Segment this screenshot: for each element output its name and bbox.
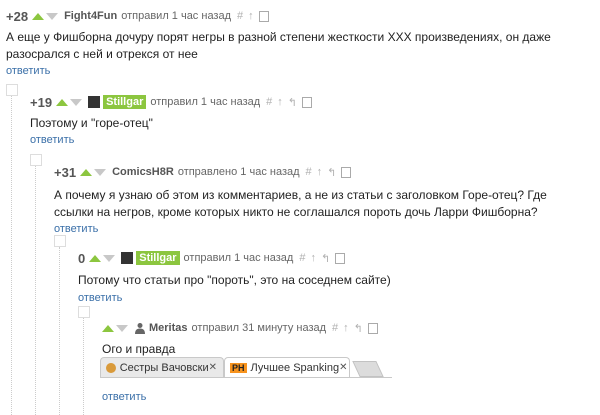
comment: 0 Stillgar отправил 1 час назад # ↑ ↰ По… bbox=[78, 250, 588, 305]
upvote-icon[interactable] bbox=[102, 324, 114, 332]
parent-arrow-icon[interactable]: ↑ bbox=[317, 166, 323, 178]
hash-link-icon[interactable]: # bbox=[266, 96, 272, 108]
avatar bbox=[88, 96, 101, 108]
save-icon[interactable] bbox=[335, 252, 346, 264]
avatar bbox=[121, 252, 134, 264]
upvote-icon[interactable] bbox=[56, 98, 69, 106]
back-arrow-icon[interactable]: ↰ bbox=[327, 166, 336, 179]
comment-author[interactable]: Fight4Fun bbox=[64, 10, 117, 22]
downvote-icon[interactable] bbox=[116, 324, 128, 332]
browser-tab-strip: Сестры Вачовски ✕ PH Лучшее Spanking ✕ bbox=[100, 357, 392, 377]
save-icon[interactable] bbox=[341, 166, 352, 178]
upvote-icon[interactable] bbox=[80, 168, 93, 176]
comment-text: Поэтому и "горе-отец" bbox=[30, 116, 153, 130]
downvote-icon[interactable] bbox=[94, 168, 107, 176]
close-icon[interactable]: ✕ bbox=[209, 362, 217, 373]
comment-rating: +19 bbox=[30, 94, 53, 110]
thread-line bbox=[59, 247, 60, 415]
new-tab-button[interactable] bbox=[352, 361, 384, 377]
parent-arrow-icon[interactable]: ↑ bbox=[343, 322, 349, 334]
reply-link[interactable]: ответить bbox=[6, 65, 594, 77]
hash-link-icon[interactable]: # bbox=[237, 10, 243, 22]
save-icon[interactable] bbox=[258, 10, 269, 22]
branch-marker bbox=[30, 154, 42, 166]
comment: +19 Stillgar отправил 1 час назад # ↑ ↰ … bbox=[30, 94, 590, 146]
back-arrow-icon[interactable]: ↰ bbox=[321, 252, 330, 265]
reply-link[interactable]: ответить bbox=[78, 292, 588, 304]
browser-tab-label: Сестры Вачовски bbox=[119, 361, 209, 374]
comment-text: А почему я узнаю об этом из комментариев… bbox=[54, 188, 547, 219]
tab-strip-bottom-line bbox=[100, 377, 392, 378]
comment-author[interactable]: ComicsH8R bbox=[112, 166, 174, 178]
downvote-icon[interactable] bbox=[46, 12, 59, 20]
thread-line bbox=[35, 166, 36, 415]
comment-time: отправил 31 минуту назад bbox=[191, 322, 327, 334]
downvote-icon[interactable] bbox=[103, 254, 116, 262]
upvote-icon[interactable] bbox=[89, 254, 102, 262]
hash-link-icon[interactable]: # bbox=[332, 322, 338, 334]
comment-header: 0 Stillgar отправил 1 час назад # ↑ ↰ bbox=[78, 250, 588, 266]
browser-tab[interactable]: Сестры Вачовски ✕ bbox=[100, 357, 224, 377]
comment-author-badge[interactable]: Stillgar bbox=[103, 95, 147, 109]
reply-link[interactable]: ответить bbox=[102, 391, 146, 403]
comment-rating: +28 bbox=[6, 8, 29, 24]
thread-line bbox=[11, 96, 12, 415]
comment: +31 ComicsH8R отправлено 1 час назад # ↑… bbox=[54, 164, 594, 236]
hash-link-icon[interactable]: # bbox=[299, 252, 305, 264]
hash-link-icon[interactable]: # bbox=[306, 166, 312, 178]
upvote-icon[interactable] bbox=[32, 12, 45, 20]
back-arrow-icon[interactable]: ↰ bbox=[354, 322, 363, 335]
comment: +28 Fight4Fun отправил 1 час назад # ↑ А… bbox=[6, 8, 594, 78]
browser-tab[interactable]: PH Лучшее Spanking ✕ bbox=[224, 357, 350, 377]
comment-text: А еще у Фишборна дочуру порят негры в ра… bbox=[6, 30, 551, 61]
browser-tab-label: Лучшее Spanking bbox=[250, 361, 340, 374]
back-arrow-icon[interactable]: ↰ bbox=[288, 96, 297, 109]
ph-favicon-icon: PH bbox=[230, 362, 247, 373]
comment-text: Потому что статьи про "пороть", это на с… bbox=[78, 273, 391, 287]
close-icon[interactable]: ✕ bbox=[339, 362, 347, 373]
comment-rating: 0 bbox=[78, 250, 86, 266]
comment-header: Meritas отправил 31 минуту назад # ↑ ↰ bbox=[102, 320, 592, 336]
user-icon bbox=[134, 322, 146, 334]
comment-time: отправил 1 час назад bbox=[183, 252, 294, 264]
parent-arrow-icon[interactable]: ↑ bbox=[277, 96, 283, 108]
downvote-icon[interactable] bbox=[70, 98, 83, 106]
parent-arrow-icon[interactable]: ↑ bbox=[310, 252, 316, 264]
save-icon[interactable] bbox=[302, 96, 312, 108]
comment-time: отправлено 1 час назад bbox=[177, 166, 300, 178]
branch-marker bbox=[6, 84, 18, 96]
branch-marker bbox=[54, 235, 66, 247]
comment: Meritas отправил 31 минуту назад # ↑ ↰ О… bbox=[102, 320, 592, 358]
comment-rating: +31 bbox=[54, 164, 77, 180]
comment-time: отправил 1 час назад bbox=[121, 10, 232, 22]
orange-circle-icon bbox=[106, 362, 116, 373]
branch-marker bbox=[78, 306, 90, 318]
parent-arrow-icon[interactable]: ↑ bbox=[248, 10, 254, 22]
comment-header: +19 Stillgar отправил 1 час назад # ↑ ↰ bbox=[30, 94, 590, 110]
reply-link[interactable]: ответить bbox=[30, 134, 590, 146]
comment-text: Ого и правда bbox=[102, 342, 176, 356]
reply-link[interactable]: ответить bbox=[54, 223, 594, 235]
comment-author[interactable]: Meritas bbox=[149, 322, 188, 334]
thread-line bbox=[83, 318, 84, 415]
comment-author-badge[interactable]: Stillgar bbox=[136, 251, 180, 265]
save-icon[interactable] bbox=[367, 322, 378, 334]
comment-header: +28 Fight4Fun отправил 1 час назад # ↑ bbox=[6, 8, 594, 24]
comment-header: +31 ComicsH8R отправлено 1 час назад # ↑… bbox=[54, 164, 594, 180]
comment-time: отправил 1 час назад bbox=[150, 96, 261, 108]
